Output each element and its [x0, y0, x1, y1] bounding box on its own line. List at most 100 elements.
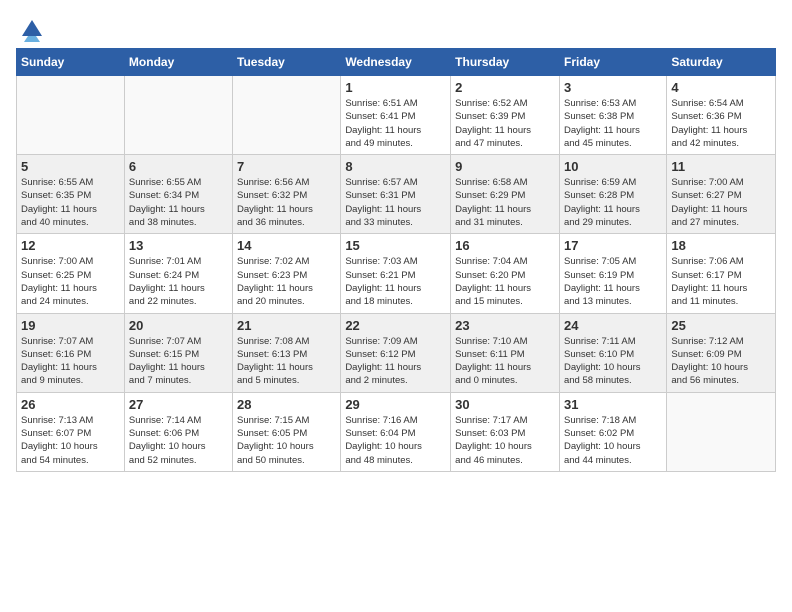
calendar-cell: 1 Sunrise: 6:51 AM Sunset: 6:41 PM Daylig… [341, 76, 451, 155]
day-number: 28 [237, 397, 336, 412]
day-number: 21 [237, 318, 336, 333]
calendar-cell: 20Sunrise: 7:07 AM Sunset: 6:15 PM Dayli… [124, 313, 232, 392]
day-info: Sunrise: 6:56 AM Sunset: 6:32 PM Dayligh… [237, 176, 336, 229]
calendar-cell: 3 Sunrise: 6:53 AM Sunset: 6:38 PM Daylig… [559, 76, 666, 155]
day-number: 26 [21, 397, 120, 412]
day-number: 19 [21, 318, 120, 333]
day-info: Sunrise: 7:06 AM Sunset: 6:17 PM Dayligh… [671, 255, 771, 308]
day-number: 22 [345, 318, 446, 333]
day-info: Sunrise: 7:17 AM Sunset: 6:03 PM Dayligh… [455, 414, 555, 467]
day-info: Sunrise: 7:04 AM Sunset: 6:20 PM Dayligh… [455, 255, 555, 308]
day-info: Sunrise: 6:54 AM Sunset: 6:36 PM Dayligh… [671, 97, 771, 150]
calendar-cell: 26 Sunrise: 7:13 AM Sunset: 6:07 PM Dayli… [17, 392, 125, 471]
calendar-cell: 8 Sunrise: 6:57 AM Sunset: 6:31 PM Daylig… [341, 155, 451, 234]
calendar-cell: 7Sunrise: 6:56 AM Sunset: 6:32 PM Daylig… [233, 155, 341, 234]
day-number: 9 [455, 159, 555, 174]
calendar-cell: 25 Sunrise: 7:12 AM Sunset: 6:09 PM Dayli… [667, 313, 776, 392]
day-number: 10 [564, 159, 662, 174]
calendar-cell: 17 Sunrise: 7:05 AM Sunset: 6:19 PM Dayli… [559, 234, 666, 313]
calendar-cell: 22 Sunrise: 7:09 AM Sunset: 6:12 PM Dayli… [341, 313, 451, 392]
logo-icon [18, 16, 46, 44]
day-info: Sunrise: 7:10 AM Sunset: 6:11 PM Dayligh… [455, 335, 555, 388]
day-info: Sunrise: 7:08 AM Sunset: 6:13 PM Dayligh… [237, 335, 336, 388]
calendar-cell: 6Sunrise: 6:55 AM Sunset: 6:34 PM Daylig… [124, 155, 232, 234]
day-info: Sunrise: 6:51 AM Sunset: 6:41 PM Dayligh… [345, 97, 446, 150]
day-info: Sunrise: 7:16 AM Sunset: 6:04 PM Dayligh… [345, 414, 446, 467]
calendar-cell: 12 Sunrise: 7:00 AM Sunset: 6:25 PM Dayli… [17, 234, 125, 313]
day-number: 18 [671, 238, 771, 253]
calendar-cell: 14 Sunrise: 7:02 AM Sunset: 6:23 PM Dayli… [233, 234, 341, 313]
day-info: Sunrise: 7:01 AM Sunset: 6:24 PM Dayligh… [129, 255, 228, 308]
calendar-cell: 28 Sunrise: 7:15 AM Sunset: 6:05 PM Dayli… [233, 392, 341, 471]
day-info: Sunrise: 7:07 AM Sunset: 6:15 PM Dayligh… [129, 335, 228, 388]
week-row-2: 5Sunrise: 6:55 AM Sunset: 6:35 PM Daylig… [17, 155, 776, 234]
calendar-cell: 10 Sunrise: 6:59 AM Sunset: 6:28 PM Dayli… [559, 155, 666, 234]
calendar-cell [233, 76, 341, 155]
day-info: Sunrise: 7:00 AM Sunset: 6:25 PM Dayligh… [21, 255, 120, 308]
col-header-monday: Monday [124, 49, 232, 76]
day-number: 13 [129, 238, 228, 253]
day-info: Sunrise: 6:58 AM Sunset: 6:29 PM Dayligh… [455, 176, 555, 229]
day-number: 24 [564, 318, 662, 333]
day-info: Sunrise: 7:12 AM Sunset: 6:09 PM Dayligh… [671, 335, 771, 388]
calendar-cell: 4Sunrise: 6:54 AM Sunset: 6:36 PM Daylig… [667, 76, 776, 155]
calendar-cell: 19 Sunrise: 7:07 AM Sunset: 6:16 PM Dayli… [17, 313, 125, 392]
week-row-3: 12 Sunrise: 7:00 AM Sunset: 6:25 PM Dayli… [17, 234, 776, 313]
day-info: Sunrise: 7:03 AM Sunset: 6:21 PM Dayligh… [345, 255, 446, 308]
day-info: Sunrise: 7:00 AM Sunset: 6:27 PM Dayligh… [671, 176, 771, 229]
week-row-4: 19 Sunrise: 7:07 AM Sunset: 6:16 PM Dayli… [17, 313, 776, 392]
col-header-wednesday: Wednesday [341, 49, 451, 76]
week-row-1: 1 Sunrise: 6:51 AM Sunset: 6:41 PM Daylig… [17, 76, 776, 155]
day-info: Sunrise: 7:09 AM Sunset: 6:12 PM Dayligh… [345, 335, 446, 388]
week-row-5: 26 Sunrise: 7:13 AM Sunset: 6:07 PM Dayli… [17, 392, 776, 471]
calendar-cell: 18 Sunrise: 7:06 AM Sunset: 6:17 PM Dayli… [667, 234, 776, 313]
day-number: 15 [345, 238, 446, 253]
col-header-friday: Friday [559, 49, 666, 76]
calendar-cell: 23 Sunrise: 7:10 AM Sunset: 6:11 PM Dayli… [451, 313, 560, 392]
day-number: 6 [129, 159, 228, 174]
day-number: 5 [21, 159, 120, 174]
day-number: 30 [455, 397, 555, 412]
day-info: Sunrise: 7:15 AM Sunset: 6:05 PM Dayligh… [237, 414, 336, 467]
day-info: Sunrise: 7:02 AM Sunset: 6:23 PM Dayligh… [237, 255, 336, 308]
day-number: 14 [237, 238, 336, 253]
header-row: SundayMondayTuesdayWednesdayThursdayFrid… [17, 49, 776, 76]
day-info: Sunrise: 7:18 AM Sunset: 6:02 PM Dayligh… [564, 414, 662, 467]
calendar-cell: 27 Sunrise: 7:14 AM Sunset: 6:06 PM Dayli… [124, 392, 232, 471]
day-info: Sunrise: 6:59 AM Sunset: 6:28 PM Dayligh… [564, 176, 662, 229]
calendar-cell: 30 Sunrise: 7:17 AM Sunset: 6:03 PM Dayli… [451, 392, 560, 471]
day-number: 2 [455, 80, 555, 95]
col-header-saturday: Saturday [667, 49, 776, 76]
day-info: Sunrise: 7:13 AM Sunset: 6:07 PM Dayligh… [21, 414, 120, 467]
day-info: Sunrise: 7:14 AM Sunset: 6:06 PM Dayligh… [129, 414, 228, 467]
day-number: 29 [345, 397, 446, 412]
calendar-cell: 24 Sunrise: 7:11 AM Sunset: 6:10 PM Dayli… [559, 313, 666, 392]
calendar-cell: 13 Sunrise: 7:01 AM Sunset: 6:24 PM Dayli… [124, 234, 232, 313]
calendar-cell: 11 Sunrise: 7:00 AM Sunset: 6:27 PM Dayli… [667, 155, 776, 234]
day-number: 23 [455, 318, 555, 333]
calendar-cell: 2Sunrise: 6:52 AM Sunset: 6:39 PM Daylig… [451, 76, 560, 155]
day-number: 8 [345, 159, 446, 174]
day-number: 27 [129, 397, 228, 412]
calendar-cell: 21 Sunrise: 7:08 AM Sunset: 6:13 PM Dayli… [233, 313, 341, 392]
day-number: 3 [564, 80, 662, 95]
day-info: Sunrise: 6:53 AM Sunset: 6:38 PM Dayligh… [564, 97, 662, 150]
calendar-cell [667, 392, 776, 471]
day-info: Sunrise: 6:57 AM Sunset: 6:31 PM Dayligh… [345, 176, 446, 229]
col-header-thursday: Thursday [451, 49, 560, 76]
day-number: 1 [345, 80, 446, 95]
day-number: 12 [21, 238, 120, 253]
header [16, 16, 776, 38]
calendar-cell: 9 Sunrise: 6:58 AM Sunset: 6:29 PM Daylig… [451, 155, 560, 234]
col-header-tuesday: Tuesday [233, 49, 341, 76]
calendar-cell: 29 Sunrise: 7:16 AM Sunset: 6:04 PM Dayli… [341, 392, 451, 471]
calendar-cell [17, 76, 125, 155]
day-number: 25 [671, 318, 771, 333]
calendar-cell: 31Sunrise: 7:18 AM Sunset: 6:02 PM Dayli… [559, 392, 666, 471]
day-number: 16 [455, 238, 555, 253]
day-info: Sunrise: 7:11 AM Sunset: 6:10 PM Dayligh… [564, 335, 662, 388]
day-info: Sunrise: 7:07 AM Sunset: 6:16 PM Dayligh… [21, 335, 120, 388]
day-number: 11 [671, 159, 771, 174]
day-info: Sunrise: 7:05 AM Sunset: 6:19 PM Dayligh… [564, 255, 662, 308]
day-number: 17 [564, 238, 662, 253]
